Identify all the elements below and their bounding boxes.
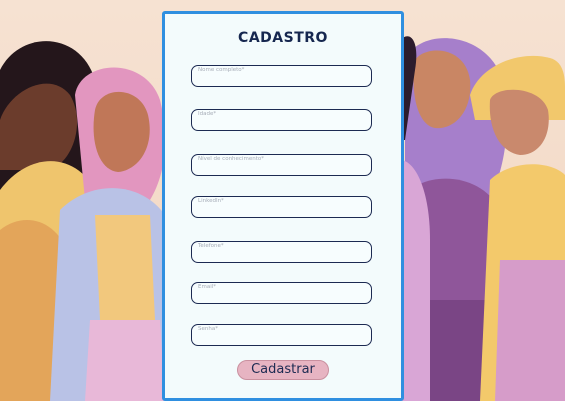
form-title: CADASTRO	[238, 30, 328, 46]
card-body: CADASTRO Nome completo* Idade* Nível de …	[165, 14, 401, 398]
age-placeholder: Idade*	[198, 111, 217, 117]
password-placeholder: Senha*	[198, 326, 218, 332]
email-field[interactable]: Email*	[191, 282, 372, 304]
full-name-field[interactable]: Nome completo*	[191, 65, 372, 87]
registration-card: CADASTRO Nome completo* Idade* Nível de …	[162, 11, 404, 401]
registration-screen: CADASTRO Nome completo* Idade* Nível de …	[0, 0, 565, 401]
knowledge-level-placeholder: Nível de conhecimento*	[198, 156, 264, 162]
phone-placeholder: Telefone*	[198, 243, 224, 249]
full-name-placeholder: Nome completo*	[198, 67, 245, 73]
phone-field[interactable]: Telefone*	[191, 241, 372, 263]
password-field[interactable]: Senha*	[191, 324, 372, 346]
email-placeholder: Email*	[198, 284, 217, 290]
linkedin-placeholder: LinkedIn*	[198, 198, 224, 204]
knowledge-level-field[interactable]: Nível de conhecimento*	[191, 154, 372, 176]
register-button[interactable]: Cadastrar	[237, 360, 329, 380]
linkedin-field[interactable]: LinkedIn*	[191, 196, 372, 218]
age-field[interactable]: Idade*	[191, 109, 372, 131]
